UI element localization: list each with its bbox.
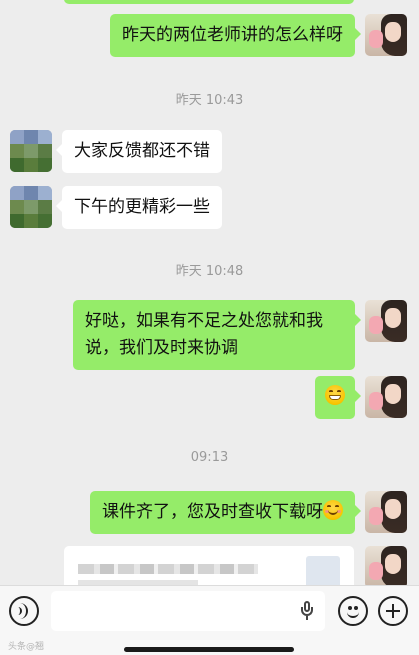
smiling-face-emoji-icon — [323, 500, 343, 520]
timestamp: 昨天 10:48 — [175, 264, 244, 279]
file-attachment-card[interactable] — [64, 546, 354, 585]
my-avatar[interactable] — [365, 300, 407, 342]
home-indicator[interactable] — [124, 647, 294, 652]
file-name-blurred — [78, 564, 258, 574]
my-avatar[interactable] — [365, 491, 407, 533]
message-text: 昨天的两位老师讲的怎么样呀 — [122, 25, 343, 45]
message-row: 大家反馈都还不错 — [10, 130, 222, 173]
timestamp: 昨天 10:43 — [175, 93, 244, 108]
message-text: 大家反馈都还不错 — [74, 141, 210, 161]
emoji-icon[interactable] — [338, 596, 368, 626]
previous-message-bubble[interactable] — [64, 0, 354, 4]
timestamp: 09:13 — [190, 450, 229, 465]
message-row: 昨天的两位老师讲的怎么样呀 — [110, 14, 407, 57]
voice-icon[interactable] — [9, 596, 39, 626]
message-row: 下午的更精彩一些 — [10, 186, 222, 229]
my-avatar[interactable] — [365, 14, 407, 56]
microphone-icon[interactable] — [301, 601, 313, 621]
watermark: 头条@翘 — [8, 642, 45, 652]
my-avatar[interactable] — [365, 376, 407, 418]
input-toolbar — [0, 585, 419, 655]
message-bubble[interactable]: 下午的更精彩一些 — [56, 186, 222, 229]
document-icon — [306, 556, 340, 585]
message-bubble[interactable] — [315, 376, 361, 419]
message-input[interactable] — [51, 591, 325, 631]
message-text: 下午的更精彩一些 — [74, 197, 210, 217]
my-avatar[interactable] — [365, 546, 407, 585]
grinning-face-emoji-icon — [325, 385, 345, 405]
message-row: 好哒，如果有不足之处您就和我说，我们及时来协调 — [73, 300, 407, 370]
message-bubble[interactable]: 好哒，如果有不足之处您就和我说，我们及时来协调 — [73, 300, 361, 370]
message-bubble[interactable]: 课件齐了，您及时查收下载呀 — [90, 491, 361, 534]
message-bubble[interactable]: 大家反馈都还不错 — [56, 130, 222, 173]
plus-icon[interactable] — [378, 596, 408, 626]
chat-area: 昨天的两位老师讲的怎么样呀 昨天 10:43 大家反馈都还不错 下午的更精彩一些… — [0, 0, 419, 585]
contact-avatar[interactable] — [10, 130, 52, 172]
message-row: 课件齐了，您及时查收下载呀 — [90, 491, 407, 534]
message-row — [365, 546, 407, 585]
message-text: 课件齐了，您及时查收下载呀 — [102, 502, 323, 522]
message-row — [315, 376, 407, 419]
message-text: 好哒，如果有不足之处您就和我说，我们及时来协调 — [85, 311, 323, 358]
message-bubble[interactable]: 昨天的两位老师讲的怎么样呀 — [110, 14, 361, 57]
contact-avatar[interactable] — [10, 186, 52, 228]
